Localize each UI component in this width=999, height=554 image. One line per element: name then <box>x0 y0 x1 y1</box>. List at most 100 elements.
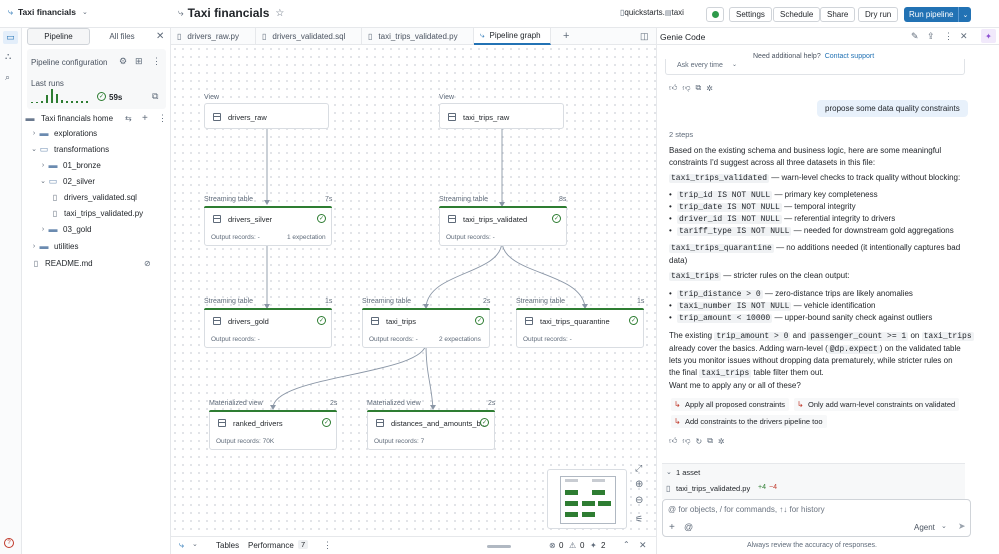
plus-icon[interactable]: + <box>669 522 675 533</box>
tab-taxi-trips-validated[interactable]: ▯ taxi_trips_validated.py <box>362 28 474 45</box>
chat-input[interactable]: @ for objects, / for commands, ↑↓ for hi… <box>662 499 971 537</box>
run-pipeline-button[interactable]: Run pipeline <box>904 10 958 19</box>
tab-drivers-validated[interactable]: ▯ drivers_validated.sql <box>256 28 362 45</box>
plus-icon[interactable]: + <box>142 113 148 124</box>
chevron-down-icon[interactable]: ⌄ <box>666 468 672 476</box>
performance-tab[interactable]: Performance <box>248 541 294 550</box>
node-expectations[interactable]: 1 expectation <box>287 234 326 241</box>
tree-readme[interactable]: ▯ README.md ⊘ <box>31 255 159 271</box>
node-taxi-trips[interactable]: taxi_trips ✓ Output records: - 2 expecta… <box>362 308 490 348</box>
thumbs-up-icon[interactable]: 👍︎ <box>669 83 677 93</box>
close-icon[interactable]: ✕ <box>639 540 647 551</box>
tree-explorations[interactable]: › ▬ explorations <box>30 125 97 141</box>
tree-file-py[interactable]: ▯ taxi_trips_validated.py <box>50 205 143 221</box>
gear-icon[interactable]: ⚙ <box>119 56 127 67</box>
share-button[interactable]: Share <box>820 7 856 22</box>
tree-utilities[interactable]: › ▬ utilities <box>30 238 79 254</box>
tree-silver[interactable]: ⌄ ▭ 02_silver <box>39 173 95 189</box>
steps-label[interactable]: 2 steps <box>669 130 693 139</box>
node-distances-and-amounts[interactable]: distances_and_amounts_b... ✓ Output reco… <box>367 410 495 450</box>
new-tab-icon[interactable]: + <box>563 30 569 42</box>
last-run-duration[interactable]: 59s <box>109 93 122 102</box>
node-taxi-trips-raw[interactable]: taxi_trips_raw <box>439 103 564 129</box>
chevron-up-icon[interactable]: ⌃ <box>623 540 630 549</box>
edit-icon[interactable]: ✎ <box>911 31 919 42</box>
zoom-in-icon[interactable]: ⊕ <box>635 479 643 490</box>
copy-icon[interactable]: ⧉ <box>707 436 713 446</box>
node-drivers-raw[interactable]: drivers_raw <box>204 103 329 129</box>
node-drivers-silver[interactable]: drivers_silver ✓ Output records: - 1 exp… <box>204 206 332 246</box>
error-count[interactable]: 0 <box>559 541 563 550</box>
chevron-down-icon[interactable]: ⌄ <box>958 7 971 22</box>
shapes-icon[interactable]: ⛬ <box>5 51 11 62</box>
tree-bronze[interactable]: › ▬ 01_bronze <box>39 157 101 173</box>
agent-selector[interactable]: Agent <box>914 523 935 532</box>
refresh-icon[interactable]: ↻ <box>696 437 703 446</box>
info-count[interactable]: 2 <box>601 541 605 550</box>
star-icon[interactable]: ☆ <box>275 8 284 19</box>
thumbs-down-icon[interactable]: 👎︎ <box>682 83 690 93</box>
node-drivers-gold[interactable]: drivers_gold ✓ Output records: - <box>204 308 332 348</box>
resize-handle[interactable] <box>487 545 511 548</box>
search-icon[interactable]: ⌕ <box>5 72 10 83</box>
tree-file-sql[interactable]: ▯ drivers_validated.sql <box>50 189 137 205</box>
catalog-name[interactable]: quickstarts <box>624 8 662 17</box>
suggestion-apply-all[interactable]: Apply all proposed constraints <box>671 398 790 411</box>
help-icon[interactable]: ? <box>4 538 14 548</box>
tab-pipeline[interactable]: Pipeline <box>27 28 90 45</box>
pipeline-graph-canvas[interactable]: View drivers_raw View taxi_trips_raw Str… <box>171 45 656 536</box>
warning-count[interactable]: 0 <box>580 541 584 550</box>
suggestion-drivers[interactable]: Add constraints to the drivers pipeline … <box>671 415 827 428</box>
minimap[interactable] <box>547 469 627 529</box>
copy-icon[interactable]: ⧉ <box>696 83 702 93</box>
graph-icon[interactable]: ⤷ <box>179 540 184 551</box>
workspace-switcher[interactable]: ⤷ Taxi financials ⌄ <box>6 7 88 18</box>
suggestion-warn-only[interactable]: Only add warn-level constraints on valid… <box>794 398 960 411</box>
more-icon[interactable]: ⋮ <box>152 56 161 67</box>
commit-icon[interactable]: ⇆ <box>125 114 132 123</box>
chevron-down-icon[interactable]: ⌄ <box>192 540 198 548</box>
tree-home[interactable]: ▬ Taxi financials home ⇆ + ⋮ <box>25 110 169 126</box>
layout-settings-icon[interactable]: ⚟ <box>635 514 643 525</box>
status-indicator[interactable] <box>706 7 724 22</box>
fit-view-icon[interactable]: ⤢ <box>635 463 642 474</box>
node-expectations[interactable]: 2 expectations <box>439 336 481 343</box>
at-icon[interactable]: @ <box>684 522 693 532</box>
assets-label[interactable]: 1 asset <box>676 468 700 477</box>
share-icon[interactable]: ⇪ <box>927 31 935 42</box>
tables-tab[interactable]: Tables <box>216 541 239 550</box>
more-icon[interactable]: ⋮ <box>158 113 167 124</box>
unlinked-icon[interactable]: ⊘ <box>144 259 151 268</box>
schema-name[interactable]: taxi <box>672 8 684 17</box>
node-ranked-drivers[interactable]: ranked_drivers ✓ Output records: 70K <box>209 410 337 450</box>
bug-icon[interactable]: ✲ <box>718 437 725 446</box>
tab-pipeline-graph[interactable]: ⤷ Pipeline graph <box>474 28 551 45</box>
close-icon[interactable]: ✕ <box>960 31 968 42</box>
thumbs-down-icon[interactable]: 👎︎ <box>682 436 690 446</box>
dry-run-button[interactable]: Dry run <box>858 7 899 22</box>
split-view-icon[interactable]: ◫ <box>640 31 649 42</box>
sparkle-icon[interactable]: ✦ <box>981 29 996 43</box>
zoom-out-icon[interactable]: ⊖ <box>635 495 643 506</box>
open-external-icon[interactable]: ⧉ <box>152 91 158 102</box>
tab-drivers-raw[interactable]: ▯ drivers_raw.py <box>171 28 256 45</box>
runs-histogram[interactable] <box>31 89 89 103</box>
tree-gold[interactable]: › ▬ 03_gold <box>39 221 92 237</box>
folder-icon[interactable]: ▭ <box>3 31 18 44</box>
node-taxi-trips-validated[interactable]: taxi_trips_validated ✓ Output records: - <box>439 206 567 246</box>
ask-every-time[interactable]: Ask every time <box>677 62 723 69</box>
node-taxi-trips-quarantine[interactable]: taxi_trips_quarantine ✓ Output records: … <box>516 308 644 348</box>
layout-icon[interactable]: ⊞ <box>135 56 143 67</box>
thumbs-up-icon[interactable]: 👍︎ <box>669 436 677 446</box>
tab-all-files[interactable]: All files <box>97 28 147 45</box>
more-icon[interactable]: ⋮ <box>944 31 953 42</box>
schedule-button[interactable]: Schedule <box>773 7 821 22</box>
settings-button[interactable]: Settings <box>729 7 772 22</box>
asset-file[interactable]: taxi_trips_validated.py <box>676 484 750 493</box>
chevron-down-icon[interactable]: ⌄ <box>732 61 737 68</box>
send-icon[interactable]: ➤ <box>958 521 966 532</box>
more-icon[interactable]: ⋮ <box>323 540 332 551</box>
close-icon[interactable]: ✕ <box>156 31 164 42</box>
bug-icon[interactable]: ✲ <box>706 84 713 93</box>
tree-transformations[interactable]: ⌄ ▭ transformations <box>30 141 109 157</box>
